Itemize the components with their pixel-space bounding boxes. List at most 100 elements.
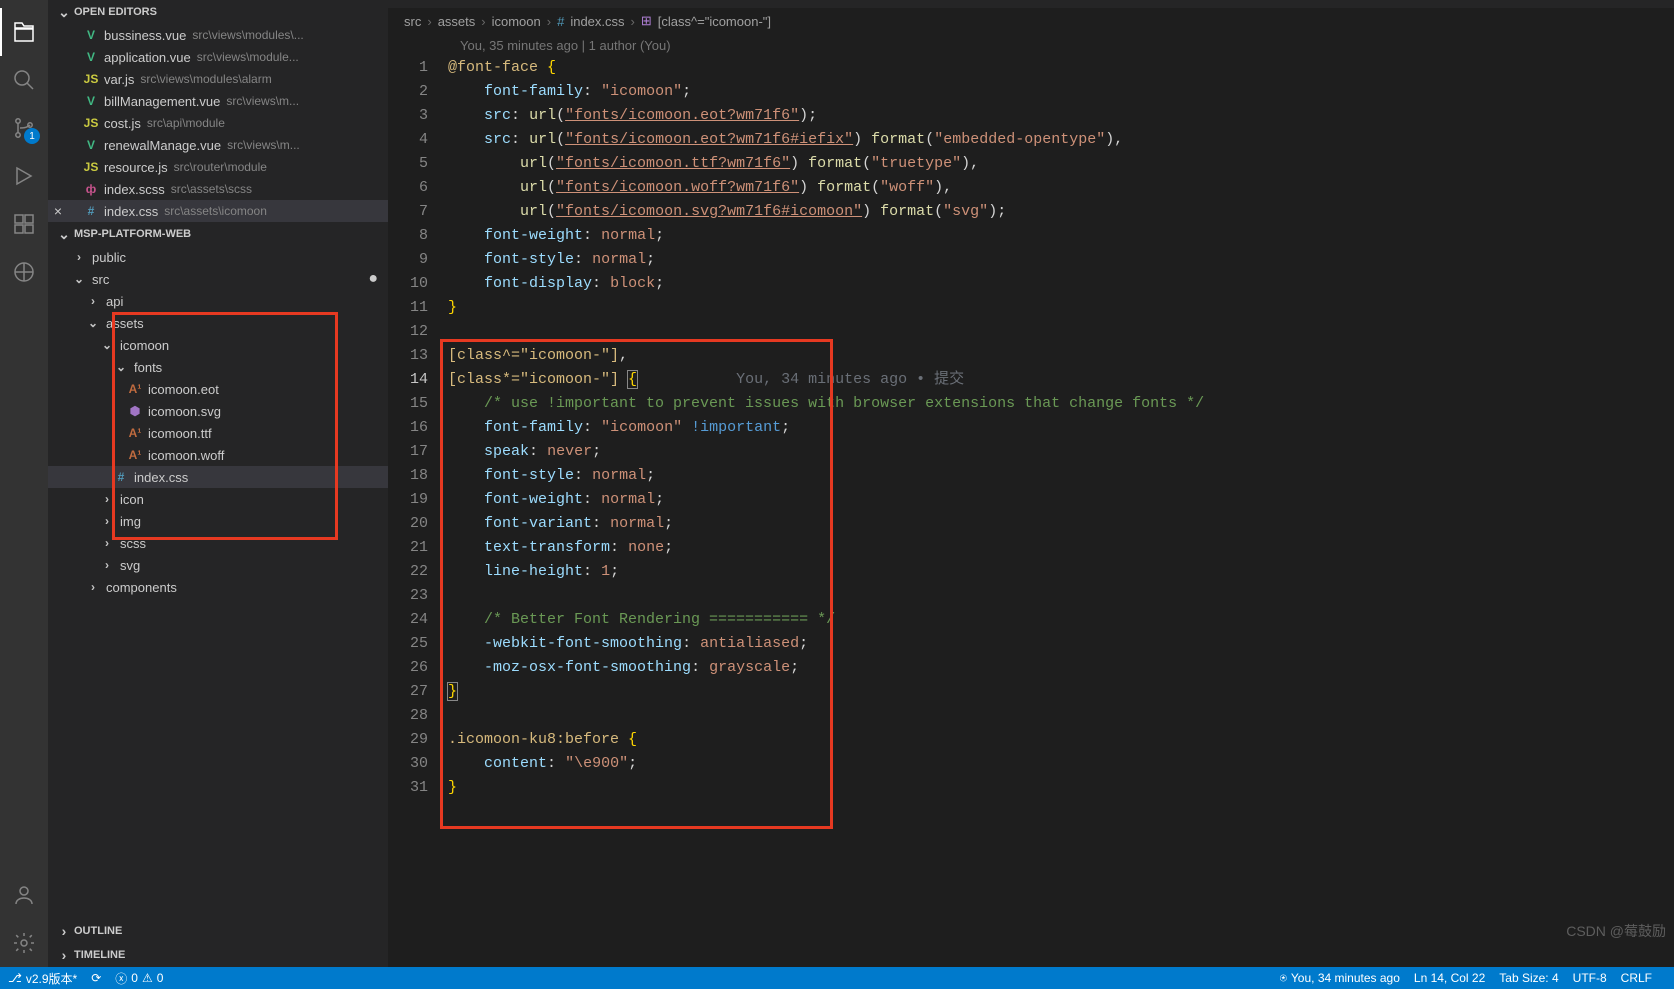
settings-gear-icon[interactable] [0,919,48,967]
chevron-icon: ⌄ [70,272,88,286]
open-editor-item[interactable]: Vapplication.vuesrc\views\module... [48,46,388,68]
code-line[interactable]: content: "\e900"; [448,752,1664,776]
code-line[interactable]: } [448,296,1664,320]
tree-item[interactable]: A¹icomoon.woff [48,444,388,466]
code-line[interactable]: font-family: "icomoon" !important; [448,416,1664,440]
code-line[interactable]: } [448,680,1664,704]
tree-item[interactable]: ⌄fonts [48,356,388,378]
tree-item[interactable]: ›api [48,290,388,312]
tree-item-label: components [106,580,177,595]
code-line[interactable]: /* Better Font Rendering =========== */ [448,608,1664,632]
code-line[interactable]: font-style: normal; [448,248,1664,272]
code-line[interactable]: font-weight: normal; [448,488,1664,512]
sync-button[interactable]: ⟳ [91,971,101,985]
search-icon[interactable] [0,56,48,104]
tree-item[interactable]: A¹icomoon.ttf [48,422,388,444]
open-editor-item[interactable]: ×#index.csssrc\assets\icomoon [48,200,388,222]
file-name: bussiness.vue [104,28,186,43]
remote-icon[interactable] [0,248,48,296]
tree-item[interactable]: ›scss [48,532,388,554]
cursor-position[interactable]: Ln 14, Col 22 [1414,971,1485,985]
code-line[interactable]: font-style: normal; [448,464,1664,488]
code-line[interactable]: font-family: "icomoon"; [448,80,1664,104]
open-editor-item[interactable]: фindex.scsssrc\assets\scss [48,178,388,200]
code-line[interactable]: [class*="icomoon-"] { You, 34 minutes ag… [448,368,1664,392]
encoding[interactable]: UTF-8 [1573,971,1607,985]
tree-item[interactable]: ›img [48,510,388,532]
code-line[interactable]: .icomoon-ku8:before { [448,728,1664,752]
tree-item[interactable]: ⬢icomoon.svg [48,400,388,422]
open-editors-list: Vbussiness.vuesrc\views\modules\...Vappl… [48,24,388,222]
codelens-author[interactable]: You, 35 minutes ago | 1 author (You) [388,34,1674,56]
code-line[interactable]: src: url("fonts/icomoon.eot?wm71f6"); [448,104,1664,128]
eol[interactable]: CRLF [1621,971,1652,985]
open-editor-item[interactable]: VrenewalManage.vuesrc\views\m... [48,134,388,156]
git-blame[interactable]: ⍟ You, 34 minutes ago [1280,971,1400,986]
code-line[interactable]: } [448,776,1664,800]
tree-item[interactable]: ⌄src● [48,268,388,290]
tree-item[interactable]: #index.css [48,466,388,488]
tree-item-label: assets [106,316,144,331]
code-line[interactable] [448,320,1664,344]
code-line[interactable]: url("fonts/icomoon.svg?wm71f6#icomoon") … [448,200,1664,224]
open-editors-header[interactable]: ⌄ OPEN EDITORS [48,0,388,24]
open-editor-item[interactable]: Vbussiness.vuesrc\views\modules\... [48,24,388,46]
code-line[interactable]: -moz-osx-font-smoothing: grayscale; [448,656,1664,680]
code-line[interactable]: font-weight: normal; [448,224,1664,248]
problems[interactable]: ⓧ0 ⚠0 [115,970,163,987]
tree-item[interactable]: ⌄assets [48,312,388,334]
open-editor-item[interactable]: JSvar.jssrc\views\modules\alarm [48,68,388,90]
tab-size[interactable]: Tab Size: 4 [1499,971,1558,985]
code-line[interactable]: text-transform: none; [448,536,1664,560]
open-editor-item[interactable]: JScost.jssrc\api\module [48,112,388,134]
code-editor[interactable]: 1234567891011121314151617181920212223242… [388,56,1674,967]
tree-item[interactable]: ›icon [48,488,388,510]
code-line[interactable]: line-height: 1; [448,560,1664,584]
code-line[interactable]: @font-face { [448,56,1664,80]
tree-item-label: scss [120,536,146,551]
code-line[interactable]: speak: never; [448,440,1664,464]
status-bar: ⎇ v2.9版本* ⟳ ⓧ0 ⚠0 ⍟ You, 34 minutes ago … [0,967,1674,989]
close-icon[interactable]: × [48,203,68,219]
code-line[interactable]: [class^="icomoon-"], [448,344,1664,368]
tree-item-label: icomoon [120,338,169,353]
file-path: src\views\modules\... [192,28,303,42]
git-branch[interactable]: ⎇ v2.9版本* [8,970,77,987]
tree-item[interactable]: ›svg [48,554,388,576]
code-line[interactable]: url("fonts/icomoon.ttf?wm71f6") format("… [448,152,1664,176]
tree-item[interactable]: ›public [48,246,388,268]
code-line[interactable]: font-variant: normal; [448,512,1664,536]
code-line[interactable]: src: url("fonts/icomoon.eot?wm71f6#iefix… [448,128,1664,152]
tabs-bar[interactable] [388,0,1674,8]
tree-item[interactable]: ›components [48,576,388,598]
source-control-icon[interactable]: 1 [0,104,48,152]
chevron-icon: › [98,492,116,506]
breadcrumb[interactable]: src› assets› icomoon› # index.css› ⊞ [cl… [388,8,1674,34]
timeline-header[interactable]: › TIMELINE [48,943,388,967]
file-icon: A¹ [126,426,144,440]
outline-header[interactable]: › OUTLINE [48,919,388,943]
code-line[interactable]: -webkit-font-smoothing: antialiased; [448,632,1664,656]
minimap[interactable] [1664,56,1674,967]
tree-item[interactable]: ⌄icomoon [48,334,388,356]
person-icon: ⍟ [1280,971,1287,986]
tree-item[interactable]: A¹icomoon.eot [48,378,388,400]
account-icon[interactable] [0,871,48,919]
code-line[interactable]: url("fonts/icomoon.woff?wm71f6") format(… [448,176,1664,200]
open-editor-item[interactable]: VbillManagement.vuesrc\views\m... [48,90,388,112]
explorer-icon[interactable] [0,8,48,56]
open-editor-item[interactable]: JSresource.jssrc\router\module [48,156,388,178]
project-header[interactable]: ⌄ MSP-PLATFORM-WEB [48,222,388,246]
tree-item-label: icomoon.eot [148,382,219,397]
file-icon: A¹ [126,448,144,462]
code-line[interactable] [448,584,1664,608]
code-line[interactable]: font-display: block; [448,272,1664,296]
run-debug-icon[interactable] [0,152,48,200]
tree-item-label: svg [120,558,140,573]
extensions-icon[interactable] [0,200,48,248]
file-icon: ⬢ [126,404,144,418]
code-line[interactable] [448,704,1664,728]
file-name: index.css [104,204,158,219]
code-line[interactable]: /* use !important to prevent issues with… [448,392,1664,416]
code-lines[interactable]: @font-face { font-family: "icomoon"; src… [448,56,1664,967]
